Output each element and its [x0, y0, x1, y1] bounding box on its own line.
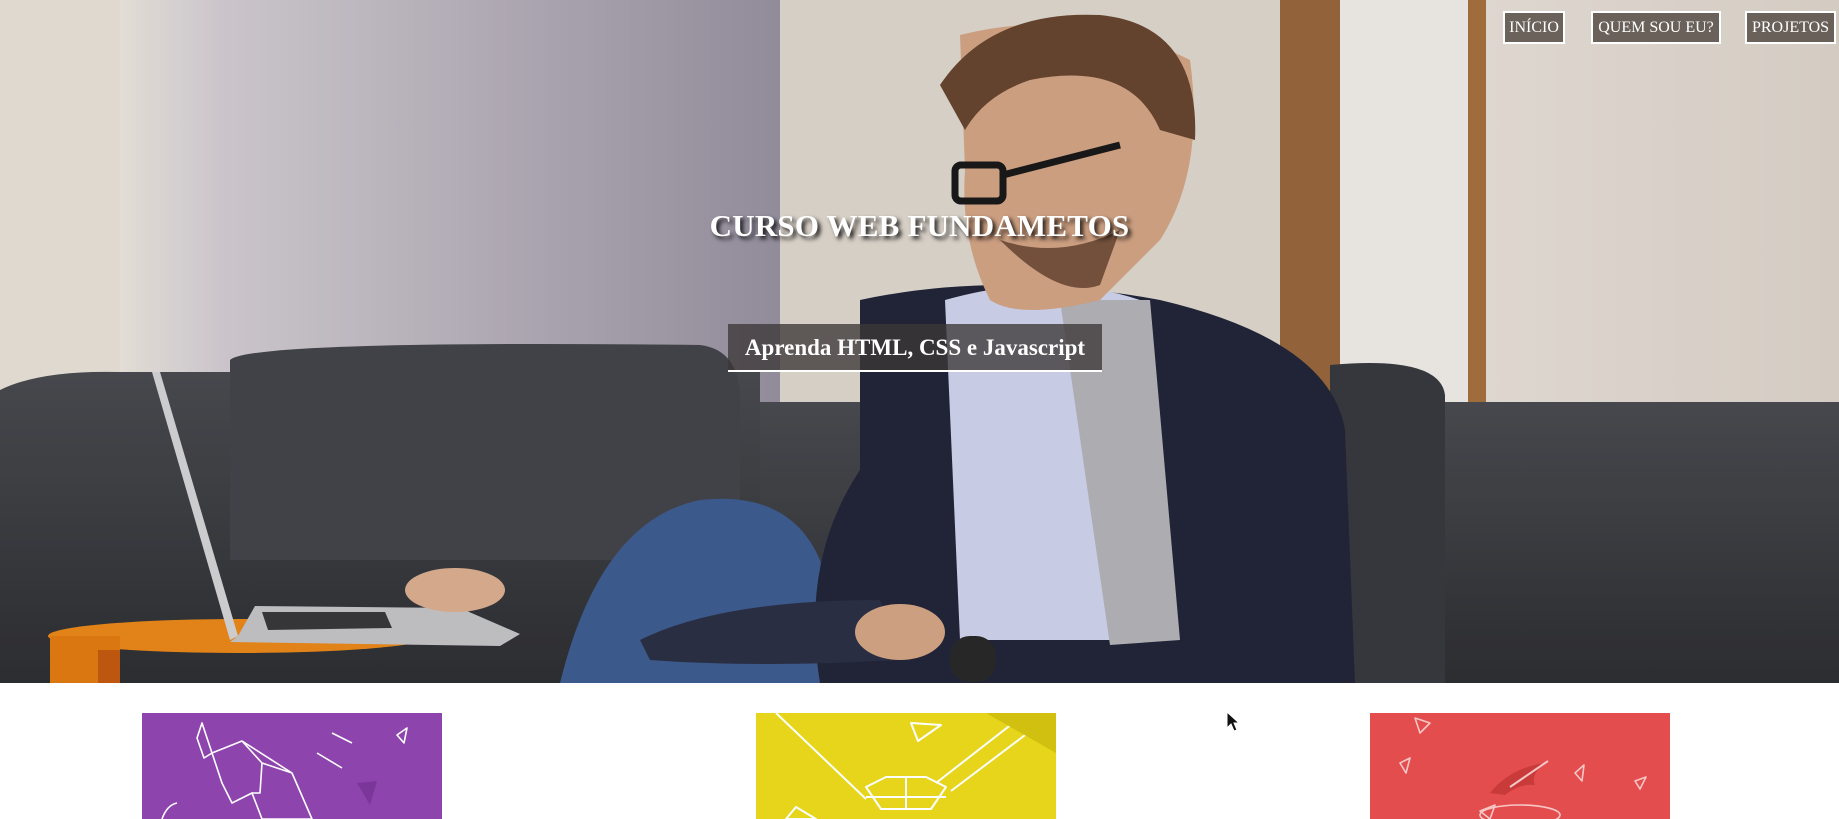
- card-diamond[interactable]: [756, 713, 1056, 819]
- hero-title: CURSO WEB FUNDAMETOS: [709, 208, 1130, 243]
- mouse-cursor-icon: [1226, 711, 1240, 732]
- nav-inicio-button[interactable]: INÍCIO: [1503, 11, 1565, 44]
- card-bird[interactable]: [1370, 713, 1670, 819]
- origami-elephant-icon: [142, 713, 442, 819]
- card-elephant[interactable]: [142, 713, 442, 819]
- diamond-pencil-icon: [756, 713, 1056, 819]
- hero-subtitle: Aprenda HTML, CSS e Javascript: [728, 324, 1102, 372]
- nav-quem-sou-eu-button[interactable]: QUEM SOU EU?: [1591, 11, 1721, 44]
- hero-banner: CURSO WEB FUNDAMETOS Aprenda HTML, CSS e…: [0, 0, 1839, 683]
- nav-projetos-button[interactable]: PROJETOS: [1745, 11, 1836, 44]
- paper-bird-icon: [1370, 713, 1670, 819]
